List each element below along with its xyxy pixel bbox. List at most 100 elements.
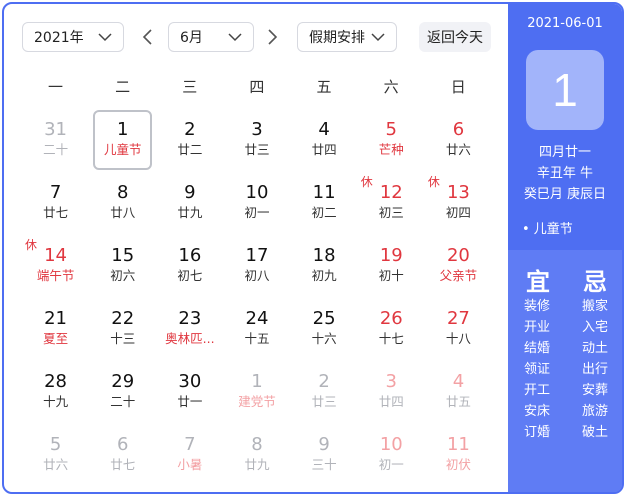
lunar-or-festival-label: 廿九: [244, 457, 270, 472]
day-cell[interactable]: 6 廿七: [89, 422, 156, 485]
day-detail-panel: 2021-06-01 1 四月廿一 辛丑年 牛 癸巳月 庚辰日 • 儿童节 宜 …: [508, 4, 622, 492]
selected-day-number: 1: [526, 50, 604, 130]
day-cell[interactable]: 25 十六: [291, 296, 358, 359]
day-number: 10: [245, 182, 269, 203]
day-cell[interactable]: 4 廿五: [425, 359, 492, 422]
day-cell[interactable]: 3 廿三: [223, 107, 290, 170]
weekday-label: 一: [48, 78, 64, 96]
chevron-down-icon: [228, 33, 242, 42]
day-cell[interactable]: 17 初八: [223, 233, 290, 296]
weekday-label: 六: [383, 78, 399, 96]
lunar-or-festival-label: 初一: [378, 457, 404, 472]
day-cell[interactable]: 10 初一: [223, 170, 290, 233]
day-cell[interactable]: 休 13 初四: [425, 170, 492, 233]
lunar-or-festival-label: 父亲节: [439, 268, 478, 283]
lunar-or-festival-label: 初六: [110, 268, 136, 283]
selected-date: 2021-06-01: [527, 16, 603, 31]
yi-item: 安床: [524, 404, 551, 419]
day-number: 21: [44, 308, 68, 329]
ganzhi-year: 辛丑年 牛: [536, 166, 594, 181]
day-cell[interactable]: 22 十三: [89, 296, 156, 359]
day-cell[interactable]: 1 建党节: [223, 359, 290, 422]
day-cell[interactable]: 20 父亲节: [425, 233, 492, 296]
lunar-or-festival-label: 夏至: [43, 331, 69, 346]
day-cell[interactable]: 28 十九: [22, 359, 89, 422]
day-cell[interactable]: 7 廿七: [22, 170, 89, 233]
day-cell[interactable]: 31 二十: [22, 107, 89, 170]
prev-month-arrow-icon[interactable]: [138, 26, 158, 48]
day-number: 30: [178, 371, 202, 392]
lunar-or-festival-label: 初一: [244, 205, 270, 220]
month-select[interactable]: 6月: [168, 22, 254, 52]
day-cell[interactable]: 3 廿四: [358, 359, 425, 422]
lunar-or-festival-label: 廿五: [445, 394, 471, 409]
lunar-or-festival-label: 廿一: [177, 394, 203, 409]
lunar-or-festival-label: 初伏: [445, 457, 471, 472]
yi-ji-section: 宜 忌 装修 开业 结婚 领证 开工 安床 订婚 搬家 入宅 动土 出行 安葬 旅游 破土: [508, 250, 622, 492]
day-number: 1: [251, 371, 263, 392]
weekday-label: 日: [450, 78, 466, 96]
day-cell[interactable]: 30 廿一: [156, 359, 223, 422]
ji-item: 破土: [582, 425, 609, 440]
day-cell[interactable]: 2 廿二: [156, 107, 223, 170]
lunar-or-festival-label: 初十: [378, 268, 404, 283]
day-cell[interactable]: 18 初九: [291, 233, 358, 296]
day-number: 19: [379, 245, 403, 266]
day-number: 17: [245, 245, 269, 266]
day-number: 22: [111, 308, 135, 329]
ji-item: 旅游: [582, 404, 609, 419]
day-cell[interactable]: 15 初六: [89, 233, 156, 296]
day-cell[interactable]: 11 初二: [291, 170, 358, 233]
lunar-or-festival-label: 二十: [43, 142, 69, 157]
day-cell[interactable]: 休 12 初三: [358, 170, 425, 233]
back-to-today-button[interactable]: 返回今天: [419, 22, 491, 52]
yi-item: 装修: [524, 299, 551, 314]
day-number: 7: [184, 434, 196, 455]
day-cell[interactable]: 8 廿九: [223, 422, 290, 485]
weekday-label: 二: [115, 78, 131, 96]
lunar-or-festival-label: 初四: [445, 205, 471, 220]
holiday-select[interactable]: 假期安排: [297, 22, 397, 52]
weekday-label: 四: [249, 78, 265, 96]
day-cell[interactable]: 23 奥林匹...: [156, 296, 223, 359]
chevron-down-icon: [98, 33, 112, 42]
day-cell[interactable]: 26 十七: [358, 296, 425, 359]
day-cell[interactable]: 11 初伏: [425, 422, 492, 485]
day-number: 9: [318, 434, 330, 455]
day-detail-summary: 2021-06-01 1 四月廿一 辛丑年 牛 癸巳月 庚辰日 • 儿童节: [508, 4, 622, 250]
day-number: 3: [251, 119, 263, 140]
day-number: 31: [44, 119, 68, 140]
day-cell[interactable]: 19 初十: [358, 233, 425, 296]
next-month-arrow-icon[interactable]: [262, 26, 282, 48]
day-cell[interactable]: 5 芒种: [358, 107, 425, 170]
day-cell[interactable]: 4 廿四: [291, 107, 358, 170]
weekday-label: 五: [316, 78, 332, 96]
day-cell[interactable]: 8 廿八: [89, 170, 156, 233]
lunar-info: 四月廿一 辛丑年 牛 癸巳月 庚辰日: [508, 142, 622, 205]
ji-item: 安葬: [582, 383, 609, 398]
ji-item: 出行: [582, 362, 609, 377]
yi-item: 领证: [524, 362, 551, 377]
yi-item: 结婚: [524, 341, 551, 356]
day-cell[interactable]: 9 廿九: [156, 170, 223, 233]
lunar-or-festival-label: 小暑: [177, 457, 203, 472]
day-cell[interactable]: 6 廿六: [425, 107, 492, 170]
day-cell[interactable]: 16 初七: [156, 233, 223, 296]
day-cell[interactable]: 29 二十: [89, 359, 156, 422]
day-cell[interactable]: 7 小暑: [156, 422, 223, 485]
day-cell[interactable]: 10 初一: [358, 422, 425, 485]
day-cell[interactable]: 21 夏至: [22, 296, 89, 359]
day-cell[interactable]: 27 十八: [425, 296, 492, 359]
day-cell[interactable]: 2 廿三: [291, 359, 358, 422]
day-cell[interactable]: 9 三十: [291, 422, 358, 485]
day-number: 6: [116, 434, 129, 455]
day-cell[interactable]: 5 廿六: [22, 422, 89, 485]
lunar-or-festival-label: 廿六: [43, 457, 69, 472]
day-cell[interactable]: 休 14 端午节: [22, 233, 89, 296]
year-select[interactable]: 2021年: [22, 22, 124, 52]
lunar-or-festival-label: 十七: [378, 331, 404, 346]
ji-title: 忌: [583, 268, 607, 296]
day-cell[interactable]: 1 儿童节: [89, 107, 156, 170]
calendar-main: 2021年 6月 假期安排 返回今天 一二三四五六日 31 二十 1 儿童节 2 廿二 3 廿…: [4, 4, 508, 492]
day-cell[interactable]: 24 十五: [223, 296, 290, 359]
